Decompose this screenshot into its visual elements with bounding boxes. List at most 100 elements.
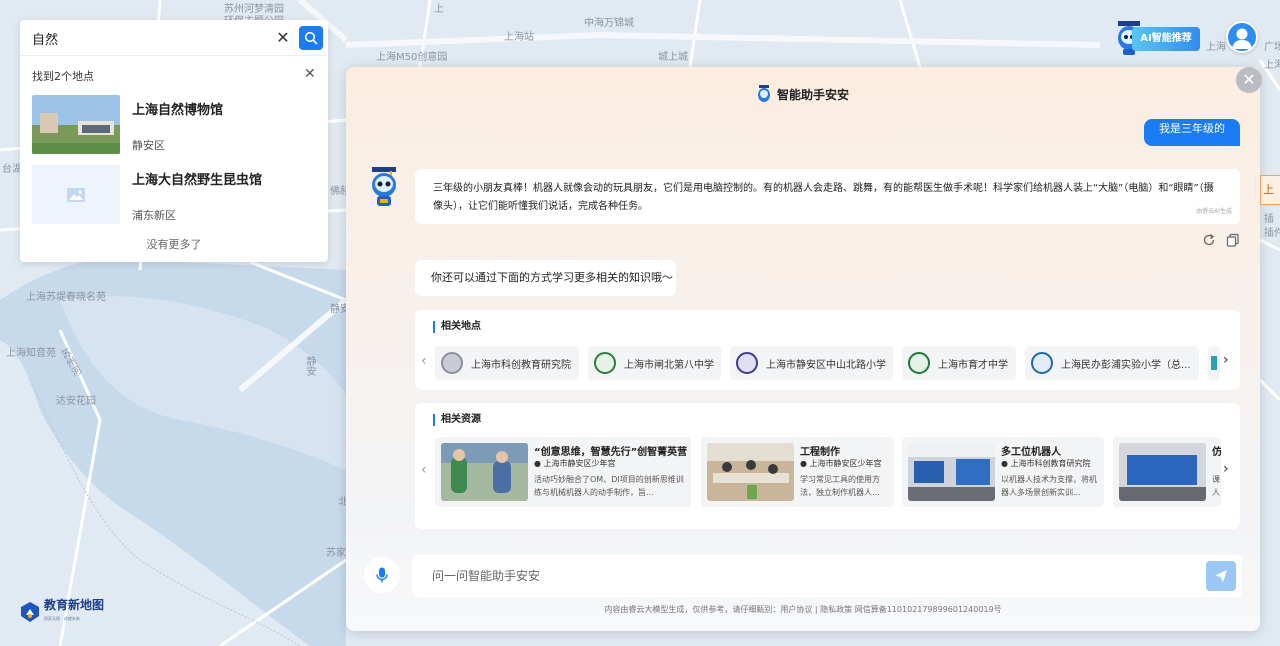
resource-card[interactable]: 工程制作 ● 上海市静安区少年宫 学习常见工具的使用方法，独立制作机器人... xyxy=(701,437,894,507)
send-button[interactable] xyxy=(1206,561,1236,591)
map-label: 上海M50创意园 xyxy=(376,52,448,63)
result-name: 上海大自然野生昆虫馆 xyxy=(132,173,263,188)
result-district: 浦东新区 xyxy=(132,209,176,222)
map-label: 静安 xyxy=(304,356,315,376)
close-chat-button[interactable]: ✕ xyxy=(1236,67,1262,93)
resource-thumbnail xyxy=(908,443,995,501)
resource-description: 学习常见工具的使用方法，独立制作机器人... xyxy=(800,475,880,497)
scroll-right-button[interactable]: › xyxy=(1223,461,1229,477)
map-label: 上海 xyxy=(1206,42,1226,53)
school-logo-icon xyxy=(1211,356,1217,370)
resource-description: 以机器人技术为支撑，将机器人多场景创新实训... xyxy=(1001,475,1097,497)
resource-title: 多工位机器人 xyxy=(1001,447,1061,458)
chat-title: 智能助手安安 xyxy=(776,88,849,102)
place-chip[interactable] xyxy=(1208,346,1220,380)
send-icon xyxy=(1215,570,1227,582)
place-chip[interactable]: 上海民办彭浦实验小学（总... xyxy=(1025,346,1199,380)
resource-location-text: 上海市科创教育研究院 xyxy=(1010,459,1091,468)
related-resources-card: 相关资源 ‹ “创意思维，智慧先行”创智菁英营 ● 上海市静安区少年宫 活动巧妙… xyxy=(415,403,1240,529)
resource-title: 工程制作 xyxy=(800,447,840,458)
result-district: 静安区 xyxy=(132,139,165,152)
scroll-right-button[interactable]: › xyxy=(1223,352,1229,368)
search-input[interactable] xyxy=(32,28,272,48)
school-logo-icon xyxy=(441,352,463,374)
resource-description: 活动巧妙融合了OM、DI项目的创新思维训练与机械机器人的动手制作，旨... xyxy=(534,475,684,497)
resource-card[interactable]: 仿 课人 xyxy=(1113,437,1221,507)
location-pin-icon: ● xyxy=(534,459,541,468)
related-places-card: 相关地点 ‹ 上海市科创教育研究院 上海市闸北第八中学 上海市静安区中山北路小学… xyxy=(415,310,1240,390)
school-logo-icon xyxy=(594,352,616,374)
chat-input[interactable] xyxy=(432,566,1132,586)
edge-tab[interactable]: 上 xyxy=(1260,175,1280,205)
resource-title: 仿 xyxy=(1212,447,1221,458)
chat-panel: 智能助手安安 我是三年级的 三年级的小朋友真棒！机器人就像会动的玩具朋友，它们是… xyxy=(346,67,1260,631)
school-logo-icon xyxy=(1031,352,1053,374)
close-icon: ✕ xyxy=(276,28,290,47)
image-placeholder-icon xyxy=(67,187,85,202)
ai-recommend-button[interactable]: AI智能推荐 xyxy=(1114,20,1200,56)
place-chip[interactable]: 上海市科创教育研究院 xyxy=(435,346,579,380)
scroll-left-button[interactable]: ‹ xyxy=(421,353,427,369)
result-item[interactable]: 上海自然博物馆 静安区 xyxy=(32,95,322,155)
resource-description: 课人 xyxy=(1212,475,1220,497)
related-places-title: 相关地点 xyxy=(433,321,481,333)
refresh-icon[interactable] xyxy=(1202,233,1216,247)
map-label: 上海 xyxy=(1264,60,1280,71)
map-label: 插件 xyxy=(1264,228,1280,239)
location-pin-icon: ● xyxy=(800,459,807,468)
robot-lab-photo xyxy=(1119,443,1206,501)
resource-card[interactable]: “创意思维，智慧先行”创智菁英营 ● 上海市静安区少年宫 活动巧妙融合了OM、D… xyxy=(435,437,691,507)
close-results-button[interactable]: ✕ xyxy=(304,66,316,82)
assistant-message: 三年级的小朋友真棒！机器人就像会动的玩具朋友，它们是用电脑控制的。有的机器人会走… xyxy=(415,169,1240,224)
voice-input-button[interactable] xyxy=(364,557,400,593)
chat-header: 智能助手安安 xyxy=(346,85,1260,103)
assistant-avatar xyxy=(368,167,400,209)
logo-icon xyxy=(21,602,39,622)
logo-name: 教育新地图 xyxy=(44,598,105,612)
footer-disclaimer: 内容由睿云大模型生成，仅供参考，请仔细甄别：用户协议 | 隐私政策 网信算备11… xyxy=(604,605,1002,614)
map-label: 达安花园 xyxy=(56,396,96,407)
result-name: 上海自然博物馆 xyxy=(132,103,224,118)
resource-card[interactable]: 多工位机器人 ● 上海市科创教育研究院 以机器人技术为支撑，将机器人多场景创新实… xyxy=(902,437,1104,507)
clear-search-button[interactable]: ✕ xyxy=(274,28,292,48)
related-resources-title: 相关资源 xyxy=(433,414,481,426)
assistant-message-text: 三年级的小朋友真棒！机器人就像会动的玩具朋友，它们是用电脑控制的。有的机器人会走… xyxy=(433,183,1214,212)
resource-thumbnail xyxy=(1119,443,1206,501)
close-icon: ✕ xyxy=(1242,70,1256,89)
resource-location: ● 上海市静安区少年宫 xyxy=(800,458,882,469)
result-item[interactable]: 上海大自然野生昆虫馆 浦东新区 xyxy=(32,165,322,225)
resource-location: ● 上海市静安区少年宫 xyxy=(534,458,616,469)
workshop-photo xyxy=(707,443,794,501)
result-thumbnail xyxy=(32,95,120,154)
map-label: 上海知音苑 xyxy=(6,348,56,359)
microphone-icon xyxy=(376,567,388,583)
place-name: 上海市静安区中山北路小学 xyxy=(766,359,886,371)
map-label: 城上城 xyxy=(658,52,688,63)
chevron-left-icon: ‹ xyxy=(421,353,427,369)
chevron-right-icon: › xyxy=(1223,352,1229,368)
scroll-left-button[interactable]: ‹ xyxy=(421,462,427,478)
place-chip[interactable]: 上海市静安区中山北路小学 xyxy=(730,346,893,380)
resource-location-text: 上海市静安区少年宫 xyxy=(543,459,616,468)
resource-thumbnail xyxy=(707,443,794,501)
map-label: 上海苏堤春晓名苑 xyxy=(26,292,106,303)
map-label: 广场 xyxy=(1264,42,1280,53)
chevron-right-icon: › xyxy=(1223,461,1229,477)
copy-icon[interactable] xyxy=(1226,233,1240,247)
user-icon xyxy=(1232,28,1252,49)
logo-text: 教育新地图 探索无限 · 成就未来 xyxy=(44,599,104,625)
search-button[interactable] xyxy=(299,26,323,50)
place-chip[interactable]: 上海市育才中学 xyxy=(902,346,1016,380)
result-thumbnail xyxy=(32,165,120,224)
user-message: 我是三年级的 xyxy=(1144,119,1240,146)
search-icon xyxy=(304,31,318,45)
place-chip[interactable]: 上海市闸北第八中学 xyxy=(588,346,721,380)
place-name: 上海民办彭浦实验小学（总... xyxy=(1061,359,1191,371)
robot-mascot-icon xyxy=(372,167,396,206)
resource-location-text: 上海市静安区少年宫 xyxy=(809,459,882,468)
location-pin-icon: ● xyxy=(1001,459,1008,468)
place-name: 上海市育才中学 xyxy=(938,359,1008,371)
map-label: 插 xyxy=(1264,214,1274,225)
user-avatar[interactable] xyxy=(1226,21,1258,53)
app-logo[interactable]: 教育新地图 探索无限 · 成就未来 xyxy=(20,599,104,625)
